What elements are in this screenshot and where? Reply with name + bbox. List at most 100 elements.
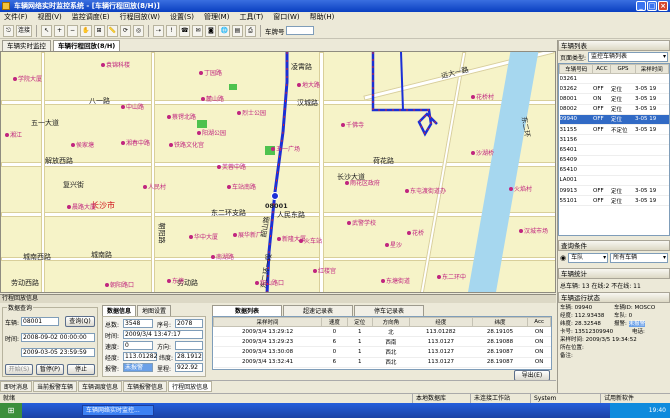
map-poi[interactable]: 展华新厂 <box>233 230 262 239</box>
refresh-icon[interactable]: ⟳ <box>119 24 131 37</box>
vehicle-select[interactable]: 08001 <box>21 317 59 326</box>
team-select[interactable]: 车队 <box>568 253 609 263</box>
map-poi[interactable]: 汉城市场 <box>519 226 548 235</box>
data-row[interactable]: 2009/3/4 13:33:1361北113.0128228.19106ON <box>213 367 551 369</box>
map-poi[interactable]: 中山路 <box>121 102 144 111</box>
query-button[interactable]: 查询(Q) <box>65 316 95 327</box>
fullmap-icon[interactable]: ⊞ <box>93 24 105 37</box>
map-poi[interactable]: 铁路文化宫 <box>169 140 204 149</box>
globe-icon[interactable]: 🌐 <box>218 24 230 37</box>
end-time-input[interactable]: 2009-03-05 23:59:59 <box>21 348 95 357</box>
maximize-button[interactable]: □ <box>647 1 657 11</box>
menu-playback[interactable]: 行程回放(W) <box>120 12 160 23</box>
vehicle-row[interactable]: 09913 OFF 定位 3-05 19 <box>559 185 669 197</box>
map-poi[interactable]: 袁锦科楼 <box>101 60 130 69</box>
scope-select[interactable]: 所有车辆 <box>610 253 668 263</box>
vehicle-row[interactable]: 03261 <box>559 73 669 85</box>
map-poi[interactable]: 蔡锷北路 <box>167 112 196 121</box>
map-poi[interactable]: 学院大厦 <box>13 74 42 83</box>
tab-current-alarm[interactable]: 当前报警车辆 <box>33 381 78 392</box>
vehicle-row[interactable]: 31155 OFF 不定位 3-05 19 <box>559 124 669 136</box>
col-plate[interactable]: 车辆号码 <box>559 64 594 74</box>
vehicle-row[interactable]: 65409 <box>559 155 669 166</box>
tab-instant-msg[interactable]: 即时消息 <box>0 381 33 392</box>
menu-help[interactable]: 帮助(H) <box>310 12 335 23</box>
vehicle-row[interactable]: 09940 OFF 定位 3-05 19 <box>559 114 669 125</box>
map-poi[interactable]: 麓山路 <box>201 94 224 103</box>
pause-button[interactable]: 暂停(P) <box>36 364 64 375</box>
call-icon[interactable]: ☎ <box>178 24 191 37</box>
map-poi[interactable]: 晨路大厦 <box>67 202 96 211</box>
map-poi[interactable]: 新隆大厦 <box>277 234 306 243</box>
vehicle-row[interactable]: 08001 ON 定位 3-05 19 <box>559 93 669 105</box>
map-poi[interactable]: 阳湖公园 <box>197 128 226 137</box>
map-poi[interactable]: 丁园路 <box>199 68 222 77</box>
map-poi[interactable]: 千佛寺 <box>341 120 364 129</box>
message-icon[interactable]: ✉ <box>192 24 204 37</box>
map-poi[interactable]: 东塘 <box>167 276 184 285</box>
zoom-in-icon[interactable]: + <box>54 24 66 37</box>
vehicle-row[interactable]: 08002 OFF 定位 3-05 19 <box>559 104 669 115</box>
vehicle-marker-icon[interactable] <box>271 192 279 200</box>
menu-settings[interactable]: 设置(S) <box>170 12 194 23</box>
tab-dispatch-info[interactable]: 车辆调度信息 <box>78 381 123 392</box>
pointer-icon[interactable]: ↖ <box>41 24 53 37</box>
map-poi[interactable]: 车站南路 <box>227 182 256 191</box>
map-poi[interactable]: 东二环中 <box>437 272 466 281</box>
tab-data-list[interactable]: 数据列表 <box>212 305 282 316</box>
connect-button[interactable]: 连接 <box>16 24 33 37</box>
map-poi[interactable]: 南湖路 <box>211 252 234 261</box>
data-row[interactable]: 2009/3/4 13:30:08 0 1 西北 113.0127 28.19087 ON <box>213 346 551 358</box>
menu-view[interactable]: 视图(V) <box>38 12 62 23</box>
exit-icon[interactable]: ⎋ <box>3 24 14 37</box>
vehicle-row[interactable]: 65401 <box>559 144 669 156</box>
map-poi[interactable]: 花桥村 <box>471 92 494 101</box>
menu-dispatch[interactable]: 监控调度(E) <box>72 12 110 23</box>
col-acc[interactable]: Acc <box>527 317 551 327</box>
map-poi[interactable]: 湘春中路 <box>121 138 150 147</box>
vehicle-row[interactable]: 31156 <box>559 134 669 146</box>
map-poi[interactable]: 五一广场 <box>271 144 300 153</box>
map-view[interactable]: 八一路 五一大道 解放西路 复兴街 城南西路 城南路 劳动西路 东二环支路 劳动… <box>0 51 556 293</box>
map-poi[interactable]: 韶山路口 <box>255 278 284 287</box>
vehicle-row[interactable]: 03262 OFF 定位 3-05 19 <box>559 83 669 95</box>
data-row[interactable]: 2009/3/4 13:29:23 6 1 西南 113.0127 28.19088 ON <box>213 336 551 348</box>
start-button[interactable]: ⊞ <box>0 403 22 418</box>
start-button[interactable]: 开始(S) <box>5 364 33 375</box>
col-sample-time[interactable]: 采样时间 <box>213 317 323 327</box>
layer-icon[interactable]: ▤ <box>231 24 243 37</box>
vehicle-row[interactable]: LA001 <box>559 175 669 187</box>
map-poi[interactable]: 地大路 <box>297 80 320 89</box>
tab-playback-info[interactable]: 行程回放信息 <box>168 381 213 392</box>
tab-trip-playback[interactable]: 车辆行程回放(8/H) <box>53 40 121 51</box>
col-speed[interactable]: 速度 <box>321 317 348 327</box>
minimize-button[interactable]: _ <box>636 1 646 11</box>
tab-data-info[interactable]: 数据信息 <box>102 305 137 316</box>
map-poi[interactable]: 侯家塘 <box>71 140 94 149</box>
alarm-icon[interactable]: ! <box>165 24 177 37</box>
measure-icon[interactable]: 📏 <box>106 24 118 37</box>
data-row[interactable]: 2009/3/4 13:32:41 6 1 西北 113.0127 28.19087 ON <box>213 357 551 368</box>
tab-overspeed[interactable]: 超速记录表 <box>283 305 353 316</box>
col-gps[interactable]: GPS <box>610 64 636 74</box>
map-poi[interactable]: 东屯渡街道办 <box>405 186 446 195</box>
map-poi[interactable]: 东塘街道 <box>381 276 410 285</box>
map-poi[interactable]: 人民村 <box>143 182 166 191</box>
map-poi[interactable]: 烈士公园 <box>237 108 266 117</box>
page-type-select[interactable]: 监控车辆列表 <box>588 52 668 62</box>
close-button[interactable]: × <box>658 1 668 11</box>
map-poi[interactable]: 芙蓉中路 <box>217 162 246 171</box>
col-heading[interactable]: 方向角 <box>371 317 410 327</box>
data-row[interactable]: 2009/3/4 13:29:12 0 1 北 113.01282 28.19105 ON <box>213 326 551 338</box>
radio-icon[interactable]: ◉ <box>560 254 566 262</box>
col-lng[interactable]: 经度 <box>408 317 473 327</box>
vehicle-row[interactable]: 55101 OFF 定位 3-05 19 <box>559 195 669 207</box>
locate-icon[interactable]: ◎ <box>132 24 144 37</box>
menu-file[interactable]: 文件(F) <box>4 12 28 23</box>
plate-input[interactable] <box>286 26 315 35</box>
map-poi[interactable]: 火焰村 <box>509 184 532 193</box>
vehicle-row[interactable]: 65410 <box>559 165 669 176</box>
zoom-out-icon[interactable]: − <box>67 24 79 37</box>
map-poi[interactable]: 沙湖桥 <box>471 148 494 157</box>
tab-alarm-info[interactable]: 车辆报警信息 <box>123 381 168 392</box>
